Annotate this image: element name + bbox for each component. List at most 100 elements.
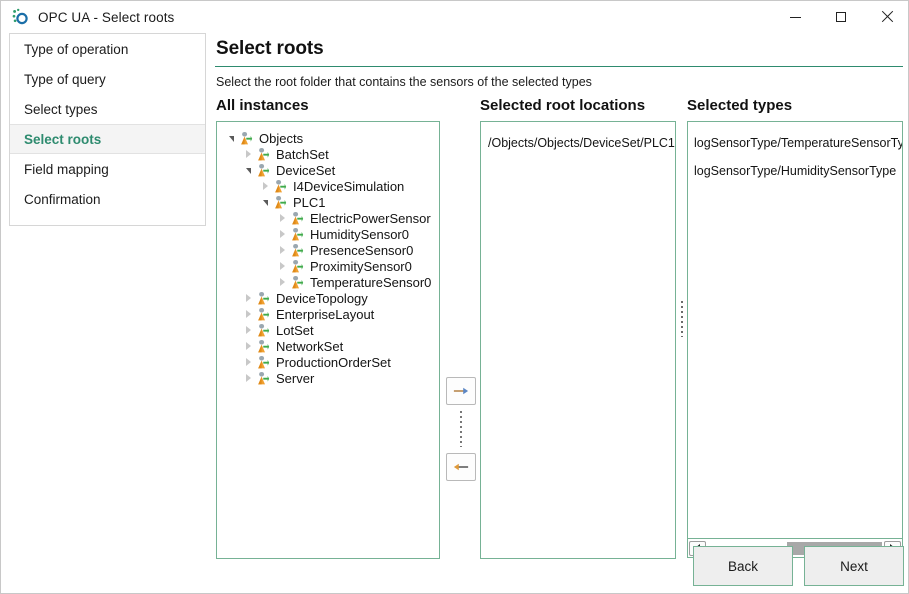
window-title: OPC UA - Select roots	[38, 10, 174, 25]
expander-expanded-icon[interactable]	[241, 162, 255, 178]
tree-node-enterpriselayout[interactable]: EnterpriseLayout	[224, 306, 439, 322]
object-folder-icon	[289, 259, 306, 274]
remove-root-button[interactable]	[446, 453, 476, 481]
object-folder-icon	[255, 147, 272, 162]
object-folder-icon	[255, 307, 272, 322]
move-right-arrow-icon	[453, 385, 469, 397]
sidebar-item-field-mapping[interactable]: Field mapping	[10, 154, 205, 184]
tree-node-label: ElectricPowerSensor	[310, 211, 431, 226]
column-header-selected-types: Selected types	[687, 97, 792, 114]
tree-node-label: Server	[276, 371, 314, 386]
page-title: Select roots	[216, 38, 903, 60]
expander-collapsed-icon[interactable]	[241, 290, 255, 306]
close-icon	[881, 11, 893, 23]
list-item[interactable]: /Objects/Objects/DeviceSet/PLC1	[481, 129, 675, 157]
tree-node-i4devicesimulation[interactable]: I4DeviceSimulation	[224, 178, 439, 194]
selected-root-locations-panel[interactable]: /Objects/Objects/DeviceSet/PLC1	[480, 121, 676, 559]
title-divider	[215, 66, 903, 67]
window-controls	[772, 1, 909, 33]
object-folder-icon	[289, 275, 306, 290]
expander-collapsed-icon[interactable]	[241, 338, 255, 354]
main-content: Select roots Select the root folder that…	[215, 33, 903, 588]
object-folder-icon	[272, 179, 289, 194]
sidebar-item-select-roots[interactable]: Select roots	[10, 124, 205, 154]
tree-node-proximitysensor0[interactable]: ProximitySensor0	[224, 258, 439, 274]
sidebar-item-type-of-query[interactable]: Type of query	[10, 64, 205, 94]
object-folder-icon	[289, 227, 306, 242]
tree-node-deviceset[interactable]: DeviceSet	[224, 162, 439, 178]
opcua-logo-icon	[10, 7, 30, 27]
selected-types-list: logSensorType/TemperatureSensorType logS…	[687, 129, 902, 185]
expander-collapsed-icon[interactable]	[241, 146, 255, 162]
sidebar-item-type-of-operation[interactable]: Type of operation	[10, 34, 205, 64]
tree-node-objects[interactable]: Objects	[224, 130, 439, 146]
tree-node-plc1[interactable]: PLC1	[224, 194, 439, 210]
column-headers: All instances Selected root locations Se…	[215, 97, 903, 119]
tree-node-label: BatchSet	[276, 147, 329, 162]
sidebar-item-label: Confirmation	[24, 192, 101, 207]
tree-node-devicetopology[interactable]: DeviceTopology	[224, 290, 439, 306]
object-folder-icon	[255, 163, 272, 178]
expander-collapsed-icon[interactable]	[275, 274, 289, 290]
tree-node-humiditysensor0[interactable]: HumiditySensor0	[224, 226, 439, 242]
object-folder-icon	[238, 131, 255, 146]
add-root-button[interactable]	[446, 377, 476, 405]
tree-node-label: LotSet	[276, 323, 314, 338]
panel-splitter-grip[interactable]	[681, 301, 684, 337]
maximize-button[interactable]	[818, 1, 864, 33]
back-button[interactable]: Back	[693, 546, 793, 586]
tree-node-presencesensor0[interactable]: PresenceSensor0	[224, 242, 439, 258]
expander-collapsed-icon[interactable]	[275, 210, 289, 226]
expander-collapsed-icon[interactable]	[275, 226, 289, 242]
sidebar-item-label: Type of query	[24, 72, 106, 87]
list-item[interactable]: logSensorType/TemperatureSensorType	[687, 129, 902, 157]
sidebar-item-label: Field mapping	[24, 162, 109, 177]
column-header-selected-root-locations: Selected root locations	[480, 97, 645, 114]
tree-node-lotset[interactable]: LotSet	[224, 322, 439, 338]
tree-node-label: DeviceSet	[276, 163, 335, 178]
expander-collapsed-icon[interactable]	[241, 354, 255, 370]
next-button[interactable]: Next	[804, 546, 904, 586]
tree-node-networkset[interactable]: NetworkSet	[224, 338, 439, 354]
tree-node-label: TemperatureSensor0	[310, 275, 431, 290]
tree-node-productionorderset[interactable]: ProductionOrderSet	[224, 354, 439, 370]
title-bar: OPC UA - Select roots	[1, 1, 909, 33]
selected-types-panel[interactable]: logSensorType/TemperatureSensorType logS…	[687, 121, 903, 539]
object-folder-icon	[289, 243, 306, 258]
expander-collapsed-icon[interactable]	[241, 370, 255, 386]
maximize-icon	[836, 12, 846, 22]
expander-expanded-icon[interactable]	[224, 130, 238, 146]
column-header-all-instances: All instances	[216, 97, 309, 114]
expander-expanded-icon[interactable]	[258, 194, 272, 210]
sidebar-item-label: Select types	[24, 102, 98, 117]
tree-node-label: Objects	[259, 131, 303, 146]
object-folder-icon	[255, 339, 272, 354]
sidebar-item-confirmation[interactable]: Confirmation	[10, 184, 205, 214]
panels-container: Objects BatchSet	[215, 119, 903, 559]
object-folder-icon	[289, 211, 306, 226]
expander-collapsed-icon[interactable]	[241, 322, 255, 338]
tree-node-temperaturesensor0[interactable]: TemperatureSensor0	[224, 274, 439, 290]
tree-node-label: DeviceTopology	[276, 291, 368, 306]
tree-node-label: PLC1	[293, 195, 326, 210]
transfer-separator-dots	[460, 411, 462, 447]
move-left-arrow-icon	[453, 461, 469, 473]
tree-node-batchset[interactable]: BatchSet	[224, 146, 439, 162]
expander-collapsed-icon[interactable]	[275, 242, 289, 258]
object-folder-icon	[272, 195, 289, 210]
transfer-controls	[446, 119, 476, 559]
expander-collapsed-icon[interactable]	[241, 306, 255, 322]
close-button[interactable]	[864, 1, 909, 33]
tree-node-electricpowersensor[interactable]: ElectricPowerSensor	[224, 210, 439, 226]
expander-collapsed-icon[interactable]	[275, 258, 289, 274]
list-item[interactable]: logSensorType/HumiditySensorType	[687, 157, 902, 185]
expander-collapsed-icon[interactable]	[258, 178, 272, 194]
sidebar-item-select-types[interactable]: Select types	[10, 94, 205, 124]
tree-node-server[interactable]: Server	[224, 370, 439, 386]
minimize-button[interactable]	[772, 1, 818, 33]
tree-node-label: NetworkSet	[276, 339, 343, 354]
all-instances-tree-panel[interactable]: Objects BatchSet	[216, 121, 440, 559]
sidebar-item-label: Type of operation	[24, 42, 128, 57]
minimize-icon	[790, 17, 801, 18]
object-folder-icon	[255, 355, 272, 370]
